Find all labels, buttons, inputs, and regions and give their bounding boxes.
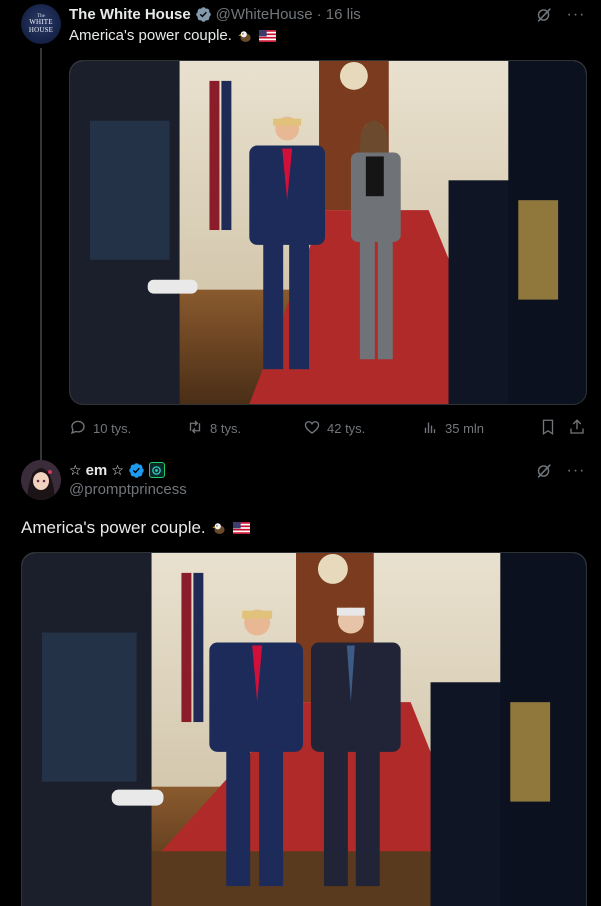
promptprincess-avatar[interactable]	[21, 460, 61, 500]
more-icon[interactable]: ···	[567, 6, 585, 24]
like-button[interactable]: 42 tys.	[303, 418, 365, 439]
like-icon	[303, 418, 321, 439]
reply-icon	[69, 418, 87, 439]
verified-badge-icon	[195, 6, 212, 23]
share-button[interactable]	[568, 418, 586, 439]
us-flag-emoji	[232, 521, 250, 535]
repost-count: 8 tys.	[210, 421, 242, 436]
repost-icon	[186, 418, 204, 439]
tweet1-handle[interactable]: @WhiteHouse	[216, 6, 313, 23]
affiliate-badge-icon[interactable]	[148, 462, 165, 478]
share-icon	[568, 418, 586, 439]
tweet1-text: America's power couple.	[69, 27, 276, 44]
tweet1-header-actions: ···	[535, 6, 585, 24]
tweet1-action-bar: 10 tys. 8 tys. 42 tys. 35 mln	[69, 418, 587, 438]
views-icon	[421, 418, 439, 439]
us-flag-emoji	[258, 29, 276, 43]
repost-button[interactable]: 8 tys.	[186, 418, 241, 439]
tweet2-text: America's power couple.	[21, 518, 250, 538]
views-count: 35 mln	[445, 421, 485, 436]
tweet1-display-name[interactable]: The White House	[69, 6, 191, 23]
whitehouse-avatar[interactable]: The WHITE HOUSE	[21, 4, 61, 44]
views-button[interactable]: 35 mln	[421, 418, 484, 439]
tweet2-header: ☆ em ☆	[69, 460, 165, 480]
tweet1-time[interactable]: · 16 lis	[317, 6, 361, 23]
tweet2-display-name[interactable]: em	[86, 462, 108, 479]
verified-badge-icon	[128, 462, 145, 479]
grok-icon[interactable]	[535, 6, 553, 24]
tweet2-photo[interactable]	[21, 552, 587, 906]
eagle-emoji	[211, 521, 228, 535]
like-count: 42 tys.	[327, 421, 366, 436]
photo-scene	[22, 553, 586, 906]
tweet1-photo[interactable]	[69, 60, 587, 405]
eagle-emoji	[237, 29, 254, 43]
avatar-seal-main: WHITE HOUSE	[28, 18, 54, 34]
photo-scene	[70, 61, 586, 404]
grok-icon[interactable]	[535, 462, 553, 480]
reply-button[interactable]: 10 tys.	[69, 418, 131, 439]
star-decoration-icon: ☆	[111, 461, 124, 478]
reply-count: 10 tys.	[93, 421, 132, 436]
tweet1-text-content: America's power couple.	[69, 27, 232, 44]
tweet2-text-content: America's power couple.	[21, 518, 206, 537]
tweet1-header: The White House @WhiteHouse · 16 lis	[69, 4, 361, 24]
thread-connector	[40, 48, 42, 460]
bookmark-icon	[539, 418, 557, 439]
bookmark-button[interactable]	[539, 418, 557, 439]
tweet2-handle[interactable]: @promptprincess	[69, 481, 187, 498]
star-decoration-icon: ☆	[69, 461, 82, 478]
tweet2-header-actions: ···	[535, 462, 585, 480]
more-icon[interactable]: ···	[567, 462, 585, 480]
